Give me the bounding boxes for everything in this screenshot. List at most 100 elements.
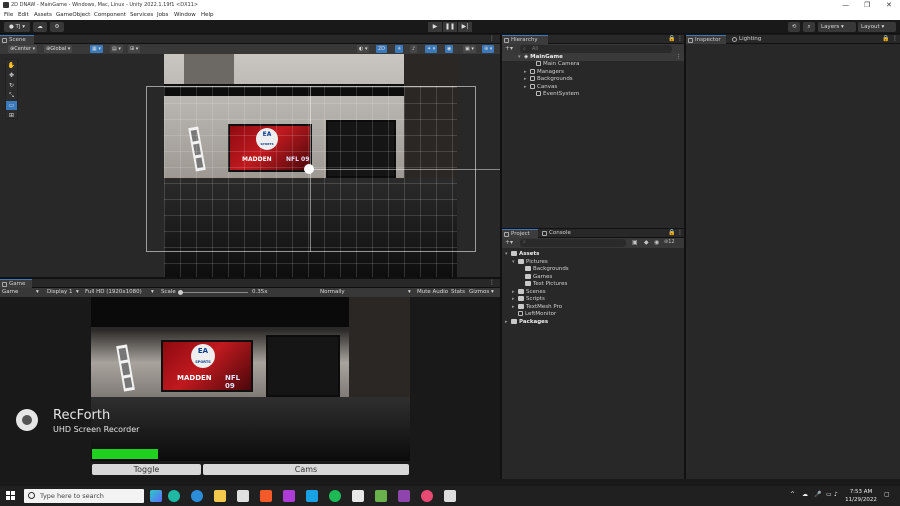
filter-label-icon[interactable]: ◆ xyxy=(644,239,649,246)
project-menu-icon[interactable]: ⋮ xyxy=(677,229,683,236)
rotate-tool-icon[interactable]: ↻ xyxy=(6,81,17,90)
brave-icon[interactable] xyxy=(260,490,272,502)
minimize-button[interactable]: — xyxy=(842,1,849,9)
taskbar-clock[interactable]: 7:53 AM 11/29/2022 xyxy=(843,488,879,504)
menu-window[interactable]: Window xyxy=(174,12,196,18)
rect-tool-icon[interactable]: ▭ xyxy=(6,101,17,110)
layout-dropdown[interactable]: Layout ▾ xyxy=(858,22,896,32)
project-search-input[interactable]: ⌕ xyxy=(520,239,626,247)
recforth-taskbar-icon[interactable] xyxy=(421,490,433,502)
grid-visibility-toggle[interactable]: ▤ ▾ xyxy=(110,45,123,53)
inspector-menu-icon[interactable]: ⋮ xyxy=(892,35,898,42)
menu-gameobject[interactable]: GameObject xyxy=(56,12,90,18)
store-icon[interactable] xyxy=(237,490,249,502)
visual-studio-icon[interactable] xyxy=(398,490,410,502)
game-mode-arrow[interactable]: ▾ xyxy=(36,289,39,295)
create-asset-button[interactable]: +▾ xyxy=(505,239,513,246)
vsync-dropdown[interactable]: Normally xyxy=(320,289,345,295)
scale-slider-track[interactable] xyxy=(178,292,248,293)
layers-dropdown[interactable]: Layers ▾ xyxy=(818,22,856,32)
menu-edit[interactable]: Edit xyxy=(18,12,29,18)
spotify-icon[interactable] xyxy=(329,490,341,502)
hierarchy-lock-icon[interactable]: 🔒 xyxy=(668,35,675,42)
scale-tool-icon[interactable]: ⤡ xyxy=(6,91,17,100)
hidden-packages-icon[interactable]: ◉ xyxy=(654,239,659,246)
step-button[interactable]: ▶| xyxy=(458,22,472,32)
edge-icon[interactable] xyxy=(191,490,203,502)
tab-lighting[interactable]: Lighting xyxy=(730,35,770,44)
scale-slider-thumb[interactable] xyxy=(178,290,183,295)
unity-hub-icon[interactable] xyxy=(352,490,364,502)
panel-menu-icon[interactable]: ⋮ xyxy=(489,35,495,42)
project-lock-icon[interactable]: 🔒 xyxy=(668,229,675,236)
microphone-icon[interactable]: 🎤 xyxy=(814,491,821,498)
network-icon[interactable]: ▭ xyxy=(826,491,832,498)
mute-audio-toggle[interactable]: Mute Audio xyxy=(417,289,448,295)
cloud-button[interactable]: ☁ xyxy=(33,22,47,32)
project-tree-item[interactable]: ▸ Packages xyxy=(505,318,548,326)
minecraft-icon[interactable] xyxy=(375,490,387,502)
gizmos-arrow[interactable]: ▾ xyxy=(491,289,494,295)
history-button[interactable]: ⟲ xyxy=(788,22,800,32)
transform-tool-icon[interactable]: ⊞ xyxy=(6,111,17,120)
menu-component[interactable]: Component xyxy=(94,12,126,18)
maximize-button[interactable]: ❐ xyxy=(864,1,870,9)
tab-project[interactable]: Project xyxy=(502,229,538,238)
cloud-tray-icon[interactable]: ☁ xyxy=(802,491,808,498)
search-button[interactable]: ⌕ xyxy=(803,22,815,32)
increment-snap-toggle[interactable]: ⊞ ▾ xyxy=(128,45,141,53)
windows-start-icon[interactable] xyxy=(6,491,16,501)
add-object-button[interactable]: +▾ xyxy=(505,45,513,52)
notifications-icon[interactable]: ▢ xyxy=(884,491,890,498)
grid-snap-toggle[interactable]: ▦ ▾ xyxy=(90,45,103,53)
twitch-icon[interactable] xyxy=(283,490,295,502)
volume-icon[interactable]: ♪ xyxy=(834,491,838,498)
play-button[interactable]: ▶ xyxy=(428,22,442,32)
toggle-button[interactable]: Toggle xyxy=(92,464,201,475)
cams-button[interactable]: Cams xyxy=(203,464,409,475)
tab-hierarchy[interactable]: Hierarchy xyxy=(502,35,548,44)
hierarchy-search-input[interactable]: ⌕ All xyxy=(520,45,672,53)
menu-assets[interactable]: Assets xyxy=(34,12,52,18)
display-dropdown[interactable]: Display 1 xyxy=(47,289,73,295)
taskbar-search-input[interactable]: Type here to search xyxy=(24,489,144,503)
collab-button[interactable]: ⚙ xyxy=(50,22,64,32)
tab-game[interactable]: Game xyxy=(0,279,32,288)
selection-handle[interactable] xyxy=(304,164,314,174)
tray-chevron-icon[interactable]: ^ xyxy=(790,491,795,498)
lighting-toggle[interactable]: ☀ xyxy=(395,45,404,53)
menu-services[interactable]: Services xyxy=(130,12,153,18)
close-button[interactable]: ✕ xyxy=(886,1,892,9)
effects-dropdown[interactable]: ✦ ▾ xyxy=(425,45,438,53)
resolution-arrow[interactable]: ▾ xyxy=(151,289,154,295)
inspector-lock-icon[interactable]: 🔒 xyxy=(882,35,889,42)
pause-button[interactable]: ❚❚ xyxy=(443,22,457,32)
tab-inspector[interactable]: Inspector xyxy=(686,35,726,44)
draw-mode-dropdown[interactable]: ◐ ▾ xyxy=(357,45,370,53)
resolution-dropdown[interactable]: Full HD (1920x1080) xyxy=(85,289,142,295)
game-panel-menu-icon[interactable]: ⋮ xyxy=(489,279,495,286)
pivot-dropdown[interactable]: ⊕Center ▾ xyxy=(8,45,38,53)
gizmos-toggle[interactable]: Gizmos xyxy=(469,289,489,295)
audio-toggle[interactable]: ♪ xyxy=(410,45,418,53)
menu-jobs[interactable]: Jobs xyxy=(157,12,168,18)
tab-scene[interactable]: Scene xyxy=(0,35,34,44)
hierarchy-item[interactable]: EventSystem xyxy=(530,90,579,98)
edge-alt-icon[interactable] xyxy=(168,490,180,502)
account-button[interactable]: ● TJ ▾ xyxy=(4,22,30,32)
hand-tool-icon[interactable]: ✋ xyxy=(6,61,17,70)
camera-dropdown[interactable]: ▣ ▾ xyxy=(463,45,476,53)
game-mode-dropdown[interactable]: Game xyxy=(2,289,18,295)
widgets-icon[interactable] xyxy=(150,490,162,502)
stats-toggle[interactable]: Stats xyxy=(451,289,465,295)
gizmos-dropdown[interactable]: ⊕ ▾ xyxy=(482,45,495,53)
move-tool-icon[interactable]: ✥ xyxy=(6,71,17,80)
tab-console[interactable]: Console xyxy=(540,229,580,238)
menu-file[interactable]: File xyxy=(4,12,13,18)
display-arrow[interactable]: ▾ xyxy=(76,289,79,295)
file-explorer-icon[interactable] xyxy=(214,490,226,502)
hierarchy-item[interactable]: ▸ Backgrounds xyxy=(524,75,573,83)
menu-help[interactable]: Help xyxy=(201,12,214,18)
space-dropdown[interactable]: ⊕Global ▾ xyxy=(44,45,73,53)
hierarchy-item[interactable]: Main Camera xyxy=(530,60,579,68)
